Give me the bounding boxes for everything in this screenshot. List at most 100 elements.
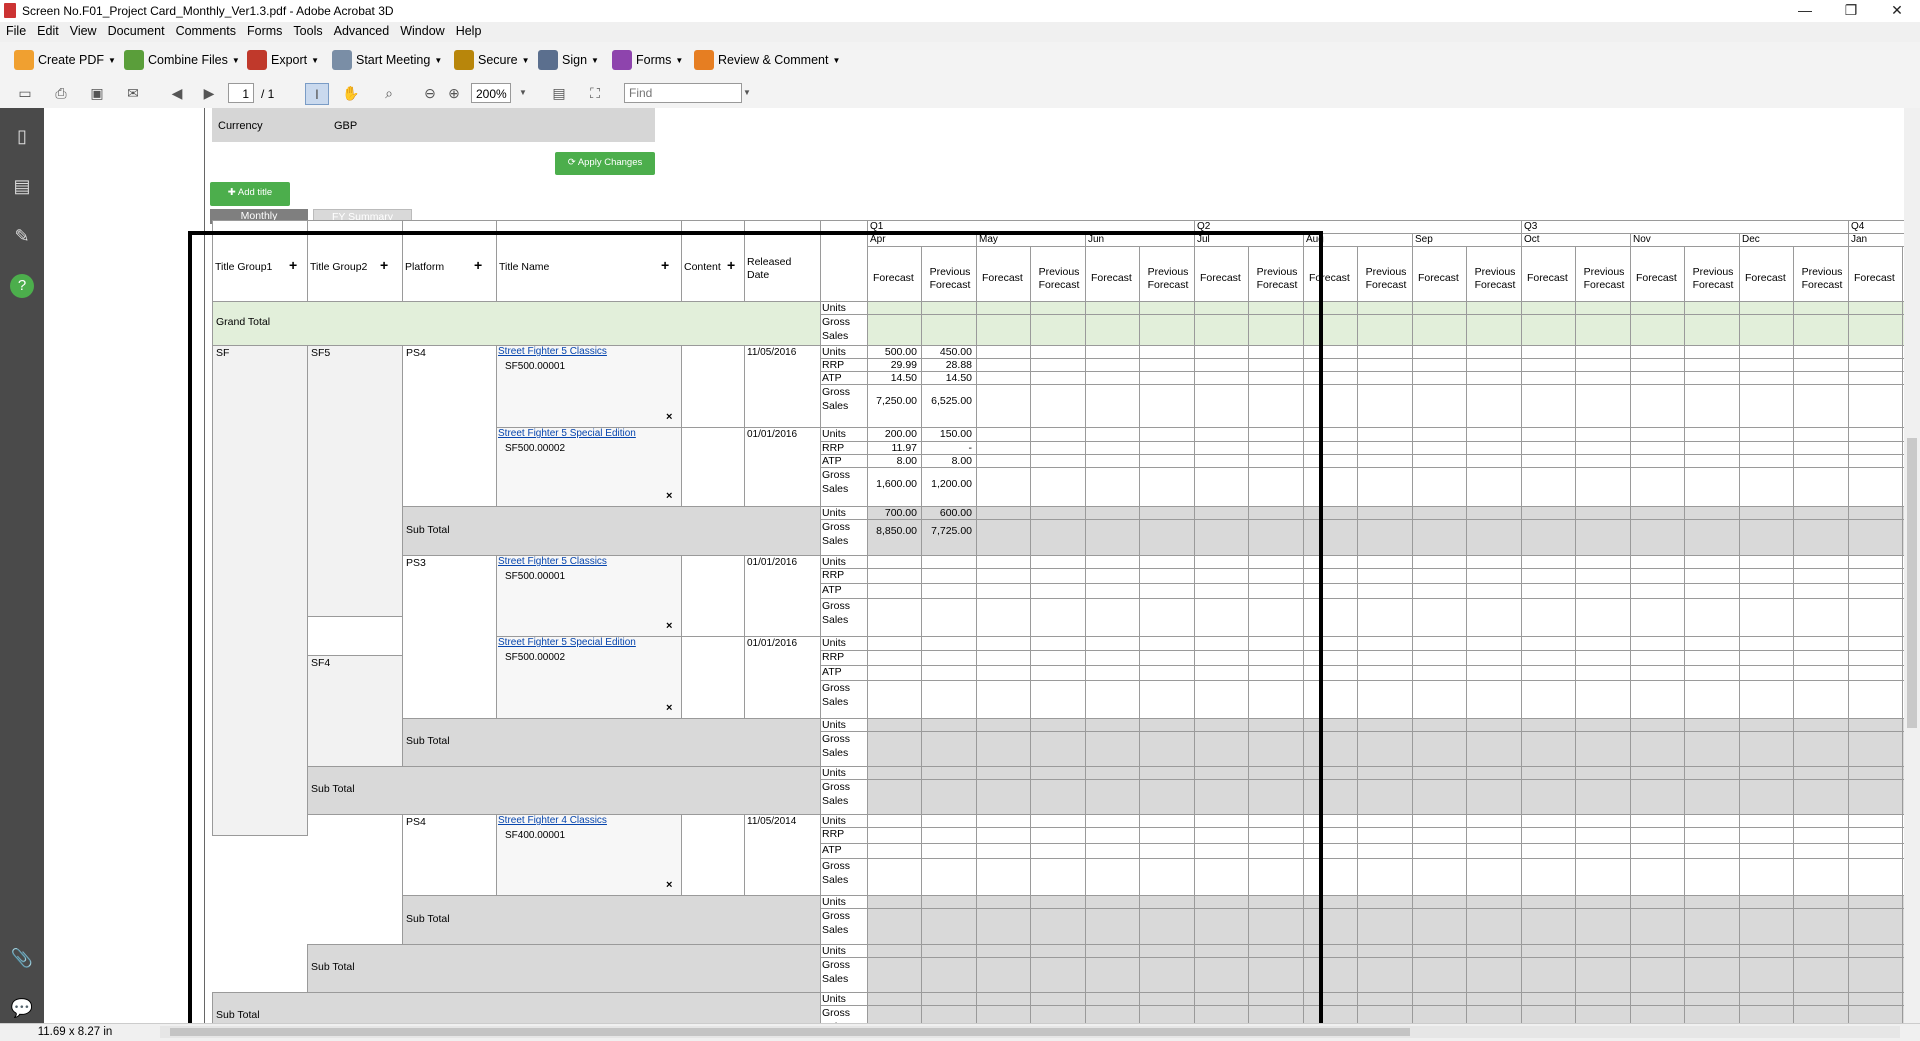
value-cell	[1194, 908, 1249, 945]
measure-label: ATP	[822, 372, 842, 384]
previous-page-icon[interactable]: ◀	[166, 83, 188, 103]
attachments-icon[interactable]: 📎	[10, 946, 34, 970]
menu-file[interactable]: File	[0, 22, 31, 38]
restore-button[interactable]: ❐	[1828, 0, 1874, 22]
hand-tool-icon[interactable]: ✋	[340, 83, 362, 103]
close-button[interactable]: ✕	[1874, 0, 1920, 22]
value-cell	[1575, 506, 1631, 520]
add-column-icon[interactable]: +	[661, 257, 669, 273]
menu-help[interactable]: Help	[450, 22, 487, 38]
zoom-level-input[interactable]: 200%	[471, 83, 511, 103]
value-cell	[1085, 427, 1140, 442]
help-icon[interactable]: ?	[10, 274, 34, 298]
find-input[interactable]	[624, 83, 742, 103]
value-cell	[1684, 895, 1740, 909]
create-pdf-button[interactable]: Create PDF ▼	[14, 50, 116, 70]
menu-tools[interactable]: Tools	[287, 22, 327, 38]
add-column-icon[interactable]: +	[474, 257, 482, 273]
find-dropdown-icon[interactable]: ▼	[736, 83, 758, 103]
select-tool-icon[interactable]: I	[305, 83, 329, 105]
value-cell	[1575, 827, 1631, 844]
combine-files-icon	[124, 50, 144, 70]
signatures-icon[interactable]: ✎	[10, 224, 34, 248]
menu-forms[interactable]: Forms	[241, 22, 287, 38]
menu-view[interactable]: View	[64, 22, 102, 38]
value-cell	[1194, 895, 1249, 909]
title-name-link[interactable]: Street Fighter 5 Special Edition	[498, 428, 636, 439]
zoom-dropdown-icon[interactable]: ▼	[512, 83, 534, 103]
released-date-value: 01/01/2016	[747, 429, 798, 440]
value-cell	[1412, 843, 1467, 859]
value-cell	[1085, 636, 1140, 651]
value-cell	[976, 814, 1031, 828]
value-cell	[976, 506, 1031, 520]
value-cell	[1684, 858, 1740, 896]
secure-button[interactable]: Secure ▼	[454, 50, 530, 70]
zoom-in-icon[interactable]: ⊕	[443, 83, 465, 103]
zoom-out-icon[interactable]: ⊖	[419, 83, 441, 103]
title-name-link[interactable]: Street Fighter 5 Special Edition	[498, 637, 636, 648]
title-name-link[interactable]: Street Fighter 4 Classics	[498, 815, 607, 826]
fit-page-icon[interactable]: ▤	[548, 83, 570, 103]
title-name-link[interactable]: Street Fighter 5 Classics	[498, 556, 607, 567]
sign-button[interactable]: Sign ▼	[538, 50, 599, 70]
value-cell	[1466, 858, 1522, 896]
forecast-label: Forecast	[1091, 272, 1132, 284]
column-header-label: Title Group2	[310, 261, 368, 273]
print-icon[interactable]: ⎙	[50, 83, 72, 103]
add-column-icon[interactable]: +	[289, 257, 297, 273]
value-cell	[1194, 814, 1249, 828]
menu-window[interactable]: Window	[394, 22, 449, 38]
horizontal-scroll-thumb[interactable]	[170, 1028, 1410, 1036]
value-cell	[1575, 766, 1631, 780]
measure-label: Units	[822, 507, 846, 519]
measure-label: ATP	[822, 584, 842, 596]
menu-edit[interactable]: Edit	[31, 22, 64, 38]
menu-document[interactable]: Document	[102, 22, 170, 38]
pages-icon[interactable]: ▯	[10, 124, 34, 148]
add-column-icon[interactable]: +	[727, 257, 735, 273]
value-cell	[1139, 731, 1195, 767]
value-cell	[1194, 665, 1249, 681]
remove-title-icon[interactable]: ×	[666, 620, 672, 632]
open-folder-icon[interactable]: ▭	[14, 83, 36, 103]
value-cell	[1521, 1005, 1576, 1023]
value-cell	[1521, 665, 1576, 681]
forms-button[interactable]: Forms ▼	[612, 50, 683, 70]
apply-changes-button[interactable]: ⟳ Apply Changes	[555, 152, 655, 175]
remove-title-icon[interactable]: ×	[666, 411, 672, 423]
vertical-scrollbar[interactable]	[1904, 108, 1920, 1023]
minimize-button[interactable]: —	[1782, 0, 1828, 22]
zoom-tool-icon[interactable]: ⌕	[378, 83, 400, 103]
menu-advanced[interactable]: Advanced	[328, 22, 395, 38]
horizontal-scrollbar[interactable]	[160, 1026, 1900, 1038]
comments-icon[interactable]: 💬	[10, 996, 34, 1020]
title-name-link[interactable]: Street Fighter 5 Classics	[498, 346, 607, 357]
page-number-input[interactable]: 1	[228, 83, 254, 103]
review-comment-button[interactable]: Review & Comment ▼	[694, 50, 840, 70]
remove-title-icon[interactable]: ×	[666, 879, 672, 891]
full-screen-icon[interactable]: ⛶	[584, 83, 606, 103]
value-cell	[1575, 718, 1631, 732]
vertical-scroll-thumb[interactable]	[1907, 438, 1917, 728]
export-button[interactable]: Export ▼	[247, 50, 319, 70]
add-title-button[interactable]: ✚ Add title	[210, 182, 290, 206]
value-cell	[1848, 301, 1903, 315]
remove-title-icon[interactable]: ×	[666, 702, 672, 714]
remove-title-icon[interactable]: ×	[666, 490, 672, 502]
add-column-icon[interactable]: +	[380, 257, 388, 273]
navigation-pane: ▯ ▤ ✎ ? 📎 💬	[0, 108, 44, 1023]
value-cell	[921, 1005, 977, 1023]
save-icon[interactable]: ▣	[86, 83, 108, 103]
email-icon[interactable]: ✉	[122, 83, 144, 103]
value-cell	[1630, 384, 1685, 428]
value-cell	[1085, 358, 1140, 372]
next-page-icon[interactable]: ▶	[198, 83, 220, 103]
value-cell	[1194, 314, 1249, 346]
combine-files-button[interactable]: Combine Files ▼	[124, 50, 240, 70]
value-cell	[1357, 519, 1413, 556]
start-meeting-button[interactable]: Start Meeting ▼	[332, 50, 442, 70]
bookmarks-icon[interactable]: ▤	[10, 174, 34, 198]
menu-comments[interactable]: Comments	[170, 22, 241, 38]
title-group2-value: SF4	[311, 657, 331, 669]
